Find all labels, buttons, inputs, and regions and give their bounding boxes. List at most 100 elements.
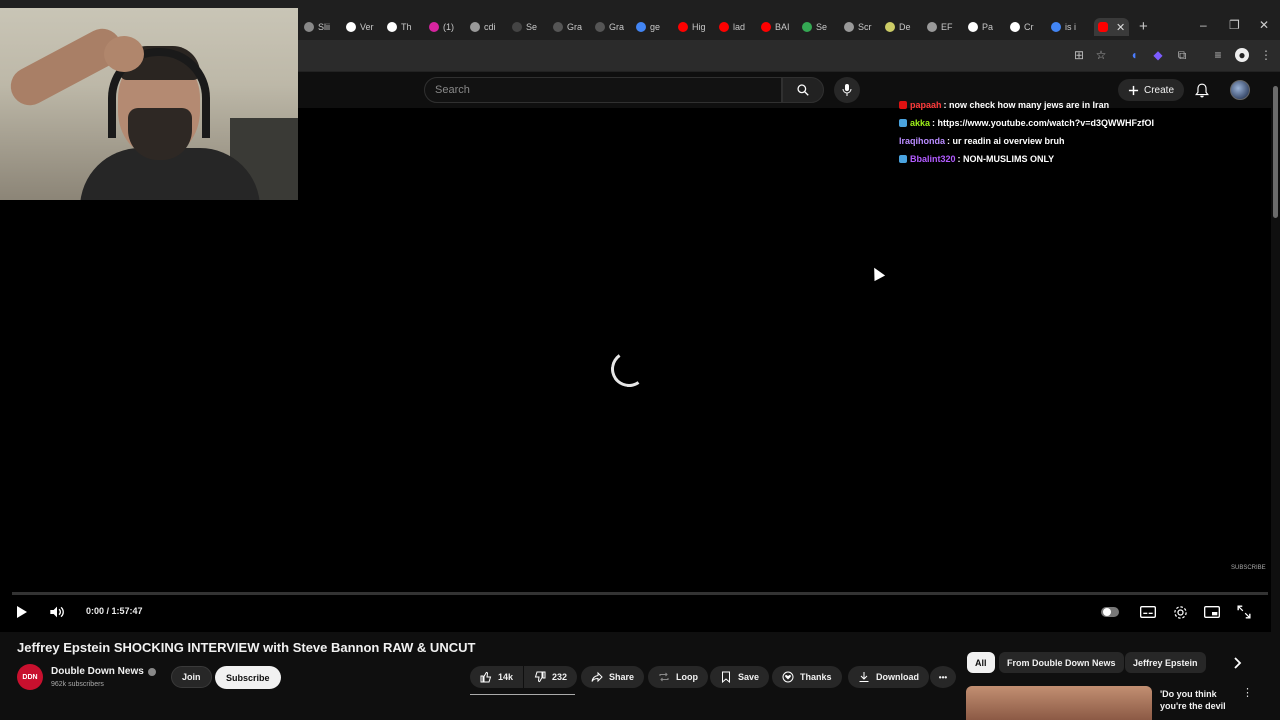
subscribe-watermark[interactable]: SUBSCRIBE — [1231, 565, 1266, 571]
loading-spinner — [608, 348, 650, 390]
bookmark-star-icon[interactable]: ☆ — [1094, 48, 1108, 62]
browser-tab[interactable]: Se — [512, 18, 537, 36]
chat-username: papaah — [910, 100, 942, 110]
verified-icon — [147, 667, 156, 676]
settings-button[interactable] — [1170, 602, 1190, 622]
browser-tab[interactable]: ge — [636, 18, 660, 36]
browser-tab[interactable]: EF — [927, 18, 953, 36]
browser-tab[interactable]: Th — [387, 18, 412, 36]
miniplayer-button[interactable] — [1202, 602, 1222, 622]
extension-icon[interactable]: ◖ — [1127, 48, 1141, 62]
chip-topic[interactable]: Jeffrey Epstein — [1125, 652, 1206, 673]
loop-button[interactable]: Loop — [648, 666, 708, 688]
play-icon — [17, 606, 27, 618]
gear-icon — [1173, 605, 1187, 619]
tab-label: Se — [526, 22, 538, 32]
create-label: Create — [1144, 84, 1175, 96]
channel-name-label: Double Down News — [51, 666, 144, 677]
dislike-button[interactable]: 232 — [524, 666, 578, 688]
search-input[interactable] — [435, 84, 781, 96]
loop-label: Loop — [676, 672, 698, 682]
browser-tab[interactable]: De — [885, 18, 911, 36]
chip-channel[interactable]: From Double Down News — [999, 652, 1124, 673]
share-button[interactable]: Share — [581, 666, 645, 688]
save-button[interactable]: Save — [710, 666, 770, 688]
browser-tab[interactable]: is i — [1051, 18, 1076, 36]
restore-button[interactable]: ❐ — [1229, 18, 1240, 32]
chevron-right-icon — [1234, 656, 1242, 669]
browser-tab[interactable]: Scr — [844, 18, 872, 36]
install-app-icon[interactable]: ⊞ — [1072, 48, 1086, 62]
tab-close-icon[interactable]: ✕ — [1116, 21, 1125, 34]
chat-badge-icon — [899, 155, 907, 163]
join-button[interactable]: Join — [171, 666, 212, 688]
chat-text: : now check how many jews are in Iran — [943, 100, 1110, 110]
subscribe-button[interactable]: Subscribe — [215, 666, 281, 689]
tab-label: lad — [733, 22, 746, 32]
tab-favicon-icon — [927, 22, 937, 32]
fullscreen-button[interactable] — [1234, 602, 1254, 622]
tab-label: Pa — [982, 22, 994, 32]
browser-tab[interactable]: Cr — [1010, 18, 1034, 36]
tab-favicon-icon — [761, 22, 771, 32]
channel-name[interactable]: Double Down News — [51, 666, 156, 677]
progress-bar[interactable] — [12, 592, 1268, 595]
tab-favicon-icon — [304, 22, 314, 32]
tab-favicon-icon — [1010, 22, 1020, 32]
autoplay-toggle[interactable] — [1100, 602, 1120, 622]
browser-tab[interactable]: Se — [802, 18, 827, 36]
plus-icon — [1128, 85, 1139, 95]
profile-icon[interactable]: ● — [1235, 48, 1249, 62]
chip-all[interactable]: All — [967, 652, 995, 673]
browser-tab[interactable]: BAI — [761, 18, 790, 36]
account-avatar[interactable] — [1230, 80, 1250, 100]
download-button[interactable]: Download — [848, 666, 929, 688]
new-tab-button[interactable]: + — [1139, 18, 1148, 35]
play-button[interactable] — [12, 602, 32, 622]
browser-tab[interactable]: Gra — [595, 18, 624, 36]
search-box[interactable] — [424, 77, 782, 103]
tab-favicon-icon — [719, 22, 729, 32]
browser-tab[interactable]: Slii — [304, 18, 330, 36]
chat-username: Iraqihonda — [899, 136, 946, 146]
media-control-icon[interactable]: ≡ — [1211, 48, 1225, 62]
subtitles-button[interactable] — [1138, 602, 1158, 622]
loop-icon — [659, 672, 669, 682]
tab-label: De — [899, 22, 911, 32]
volume-button[interactable] — [47, 602, 67, 622]
subscriber-count: 962k subscribers — [51, 681, 104, 688]
tab-label: cdi — [484, 22, 496, 32]
tab-label: Cr — [1024, 22, 1034, 32]
like-button[interactable]: 14k — [470, 666, 524, 688]
voice-search-button[interactable] — [834, 77, 860, 103]
browser-tab[interactable]: Ver — [346, 18, 374, 36]
browser-tab[interactable]: Hig — [678, 18, 706, 36]
channel-avatar[interactable]: DDN — [17, 664, 43, 690]
scrollbar-thumb[interactable] — [1273, 86, 1278, 218]
chips-next-button[interactable] — [1228, 652, 1248, 673]
browser-tab[interactable]: Pa — [968, 18, 993, 36]
more-actions-button[interactable]: ••• — [930, 666, 956, 688]
thanks-button[interactable]: Thanks — [772, 666, 842, 688]
browser-tab[interactable]: lad — [719, 18, 745, 36]
kebab-menu-icon[interactable]: ⋮ — [1259, 48, 1273, 62]
puzzle-icon[interactable]: ⧉ — [1175, 48, 1189, 62]
minimize-button[interactable]: – — [1200, 18, 1207, 32]
share-icon — [591, 671, 603, 683]
recommended-menu-icon[interactable]: ⋮ — [1242, 686, 1253, 699]
browser-tab[interactable]: Gra — [553, 18, 582, 36]
browser-tab[interactable]: cdi — [470, 18, 496, 36]
recommended-video-thumbnail[interactable] — [966, 686, 1152, 720]
browser-tab[interactable]: (1) — [429, 18, 454, 36]
tab-favicon-icon — [1051, 22, 1061, 32]
recommended-video-title[interactable]: 'Do you think you're the devil — [1160, 688, 1240, 712]
tab-favicon-icon — [346, 22, 356, 32]
tab-label: EF — [941, 22, 953, 32]
window-close-button[interactable]: ✕ — [1259, 18, 1269, 32]
fullscreen-icon — [1237, 605, 1251, 619]
extension-icon[interactable]: ◆ — [1151, 48, 1165, 62]
search-button[interactable] — [782, 77, 824, 103]
active-tab[interactable]: ✕ — [1094, 18, 1130, 36]
thumbs-up-icon — [480, 671, 492, 683]
tab-label: Th — [401, 22, 412, 32]
